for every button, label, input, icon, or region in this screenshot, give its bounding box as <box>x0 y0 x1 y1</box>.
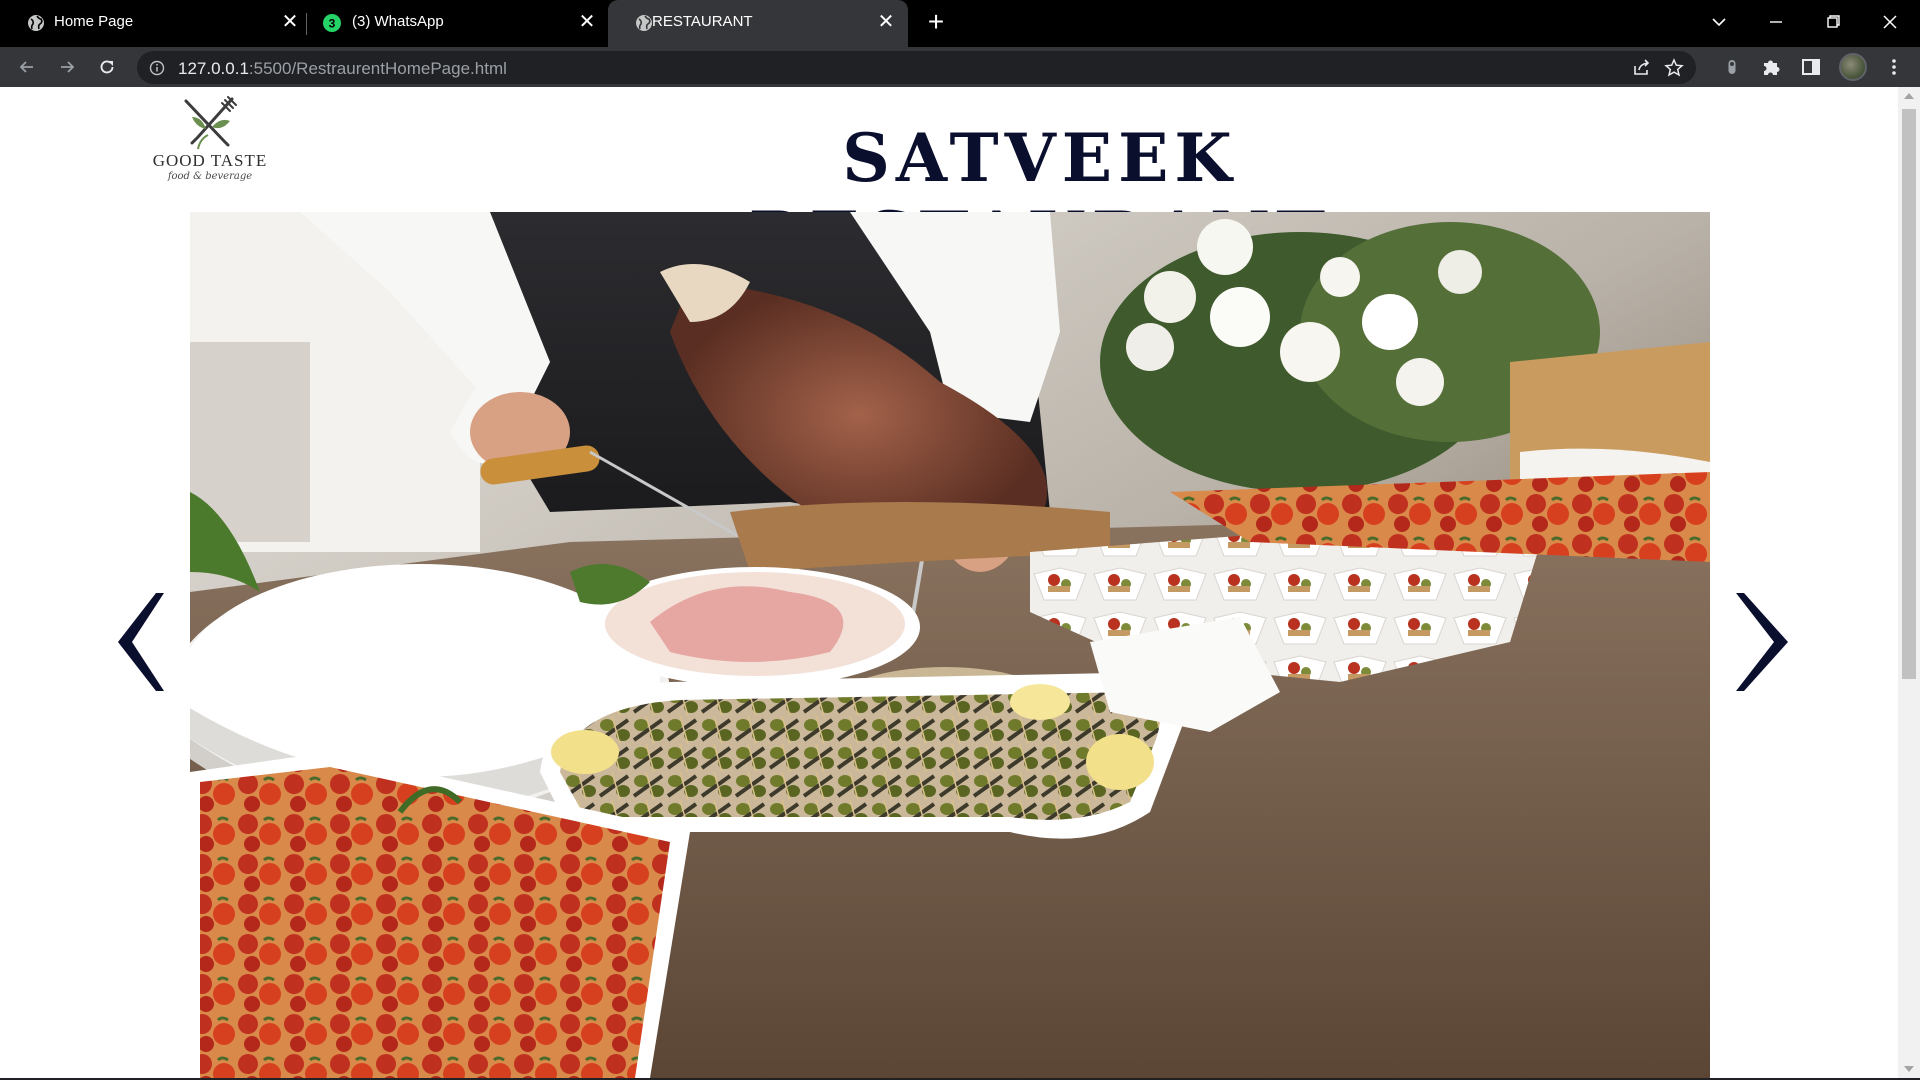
page-scrollbar[interactable] <box>1898 87 1920 1078</box>
url-text[interactable]: 127.0.0.1:5500/RestraurentHomePage.html <box>178 59 507 79</box>
scrollbar-thumb[interactable] <box>1902 109 1916 679</box>
page-viewport: GOOD TASTE food & beverage SATVEEK RESTA… <box>0 87 1920 1078</box>
new-tab-button[interactable]: + <box>921 8 951 38</box>
tab-search-button[interactable] <box>1699 4 1739 40</box>
tab-title: (3) WhatsApp <box>352 13 444 30</box>
kebab-menu-icon[interactable] <box>1882 55 1906 79</box>
restaurant-logo[interactable]: GOOD TASTE food & beverage <box>140 95 280 185</box>
tab-strip: Home Page ✕ 3 (3) WhatsApp ✕ RESTAURANT … <box>0 0 1920 47</box>
globe-icon <box>634 13 654 33</box>
restore-button[interactable] <box>1813 4 1853 40</box>
tab-title: RESTAURANT <box>652 13 753 30</box>
reload-icon <box>100 60 114 74</box>
logo-subtitle: food & beverage <box>167 171 253 182</box>
tab-restaurant[interactable]: RESTAURANT ✕ <box>608 0 908 47</box>
minimize-button[interactable] <box>1756 4 1796 40</box>
share-icon[interactable] <box>1631 57 1653 79</box>
crossed-fork-knife-icon <box>184 96 237 150</box>
close-tab-icon[interactable]: ✕ <box>875 11 897 33</box>
catering-buffet-photo <box>190 212 1710 1078</box>
back-button[interactable] <box>11 51 43 83</box>
tab-title: Home Page <box>54 13 134 30</box>
side-panel-icon[interactable] <box>1799 55 1823 79</box>
extension-toggle-icon[interactable] <box>1720 55 1744 79</box>
info-icon[interactable] <box>149 60 165 81</box>
bookmark-star-icon[interactable] <box>1663 57 1685 79</box>
tab-whatsapp[interactable]: 3 (3) WhatsApp ✕ <box>306 0 608 47</box>
scroll-up-icon[interactable] <box>1904 93 1914 99</box>
arrow-right-icon <box>61 61 75 73</box>
close-tab-icon[interactable]: ✕ <box>576 11 598 33</box>
logo-title: GOOD TASTE <box>152 151 268 170</box>
tab-home-page[interactable]: Home Page ✕ <box>0 0 305 47</box>
reload-button[interactable] <box>91 51 123 83</box>
arrow-left-icon <box>19 61 33 73</box>
address-bar[interactable]: 127.0.0.1:5500/RestraurentHomePage.html <box>137 51 1696 84</box>
chevron-left-icon[interactable] <box>100 587 170 697</box>
forward-button[interactable] <box>51 51 83 83</box>
whatsapp-icon: 3 <box>322 13 342 33</box>
globe-icon <box>26 13 46 33</box>
browser-toolbar: 127.0.0.1:5500/RestraurentHomePage.html <box>0 47 1920 87</box>
close-window-button[interactable] <box>1870 4 1910 40</box>
close-tab-icon[interactable]: ✕ <box>279 11 301 33</box>
scroll-down-icon[interactable] <box>1904 1066 1914 1072</box>
carousel-slide-image <box>190 212 1710 1078</box>
profile-avatar[interactable] <box>1839 53 1867 81</box>
svg-text:3: 3 <box>329 17 336 31</box>
puzzle-extensions-icon[interactable] <box>1759 55 1783 79</box>
chevron-right-icon[interactable] <box>1728 587 1798 697</box>
